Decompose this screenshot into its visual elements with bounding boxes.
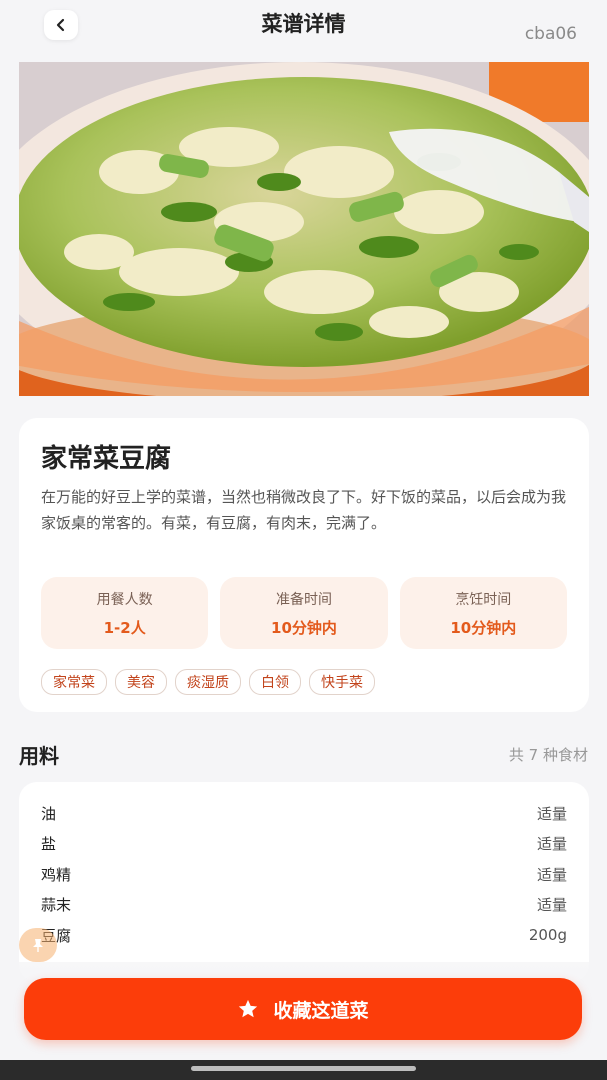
stat-value: 10分钟内 [271,618,337,637]
watermark-text: cba06 [524,24,577,44]
stat-value: 10分钟内 [450,618,517,637]
floating-action-button[interactable] [19,928,57,962]
stat-label: 用餐人数 [96,591,153,608]
stat-value: 1-2人 [103,618,146,637]
stat-servings: 用餐人数 1-2人 [41,577,209,649]
ingredient-row: 蒜末 适量 [41,892,567,916]
ingredient-row: 鸡精 适量 [41,862,567,886]
star-icon [239,999,258,1018]
stat-label: 烹饪时间 [455,591,512,608]
ingredient-amount: 适量 [536,804,567,823]
ingredient-name: 蒜末 [41,895,72,914]
favorite-button[interactable]: 收藏这道菜 [24,978,582,1040]
ingredient-amount: 200g [528,926,567,944]
tag[interactable]: 快手菜 [309,669,375,695]
ingredient-amount: 适量 [536,834,567,853]
tag[interactable]: 美容 [115,669,167,695]
stat-prep-time: 准备时间 10分钟内 [220,577,388,649]
recipe-info-card: 家常菜豆腐 在万能的好豆上学的菜谱，当然也稍微改良了下。好下饭的菜品，以后会成为… [19,418,589,712]
top-bar: 菜谱详情 cba06 [0,0,607,52]
page-title: 菜谱详情 [261,12,346,36]
recipe-description: 在万能的好豆上学的菜谱，当然也稍微改良了下。好下饭的菜品，以后会成为我家饭桌的常… [41,488,567,532]
stat-cook-time: 烹饪时间 10分钟内 [399,577,567,649]
ingredient-row: 油 适量 [41,801,567,825]
tag[interactable]: 白领 [249,669,301,695]
recipe-photo [19,62,589,396]
ingredient-name: 盐 [41,834,57,853]
favorite-button-label: 收藏这道菜 [273,999,369,1022]
tag[interactable]: 家常菜 [41,669,107,695]
stat-label: 准备时间 [275,591,332,608]
ingredient-name: 油 [41,804,57,823]
tag-list: 家常菜 美容 痰湿质 白领 快手菜 [41,669,375,695]
ingredients-title: 用料 [19,744,59,768]
ingredient-row: 盐 适量 [41,831,567,855]
pin-icon [33,939,43,952]
ingredient-name: 鸡精 [41,865,72,884]
tag[interactable]: 痰湿质 [175,669,241,695]
recipe-title: 家常菜豆腐 [41,444,172,474]
home-indicator[interactable] [191,1066,416,1071]
ingredient-amount: 适量 [536,895,567,914]
ingredients-list: 油 适量 盐 适量 鸡精 适量 蒜末 适量 豆腐 200g [19,782,589,982]
ingredient-row: 豆腐 200g [41,923,567,947]
ingredient-amount: 适量 [536,865,567,884]
ingredients-count: 共 7 种食材 [508,746,588,764]
recipe-stats: 用餐人数 1-2人 准备时间 10分钟内 烹饪时间 10分钟内 [41,577,567,649]
